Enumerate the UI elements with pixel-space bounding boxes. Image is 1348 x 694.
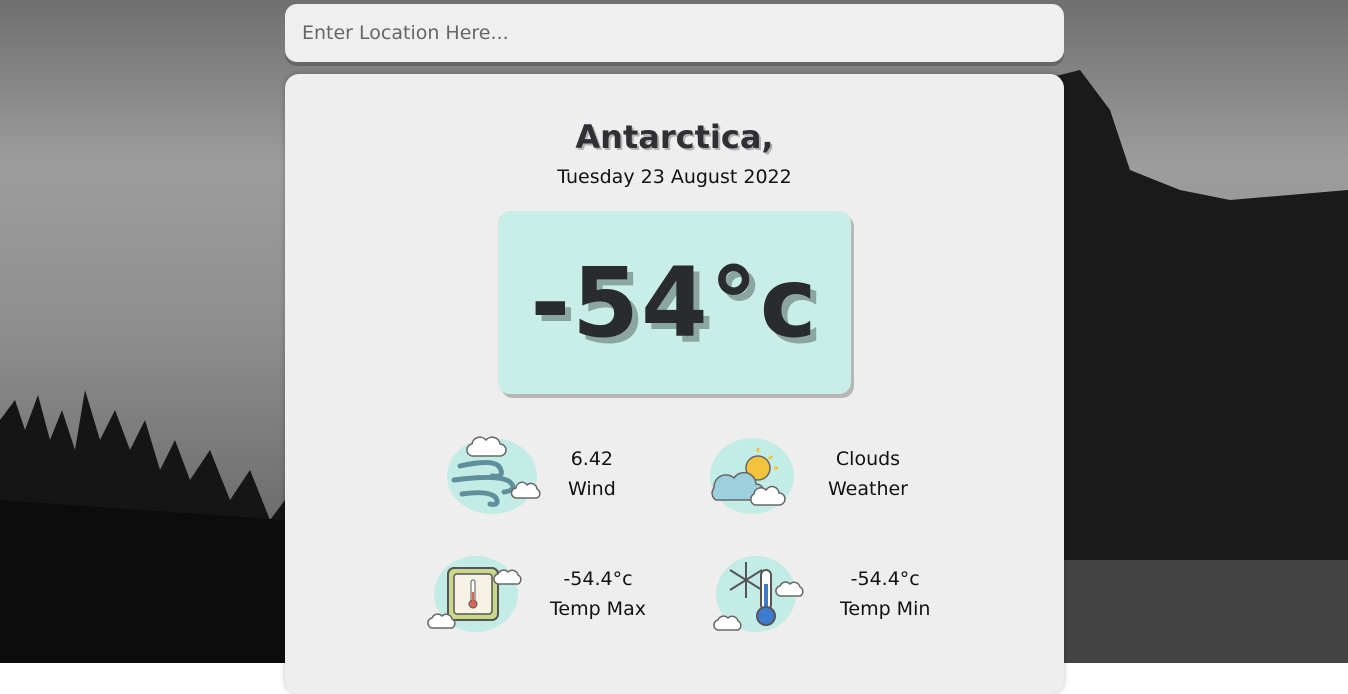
weather-value: Clouds [835, 448, 901, 470]
temp-max-value: -54.4°c [563, 568, 633, 590]
date-label: Tuesday 23 August 2022 [557, 166, 792, 188]
wind-icon [440, 428, 548, 520]
location-search-bar[interactable] [285, 4, 1064, 62]
temp-min-label: Temp Min [840, 598, 931, 620]
temp-max-stat: -54.4°c Temp Max [420, 548, 646, 640]
wind-value: 6.42 [570, 448, 614, 470]
temperature-box: -54°c [498, 211, 851, 394]
weather-label: Weather [828, 478, 908, 500]
temp-min-value: -54.4°c [850, 568, 920, 590]
snow-thermometer-icon [710, 548, 818, 640]
wind-label: Wind [568, 478, 616, 500]
location-input[interactable] [300, 21, 1049, 45]
wind-stat: 6.42 Wind [440, 428, 616, 520]
temperature-value: -54°c [530, 246, 819, 359]
thermometer-icon [420, 548, 528, 640]
location-title: Antarctica, [575, 118, 774, 156]
temp-max-label: Temp Max [550, 598, 646, 620]
weather-card: Antarctica, Tuesday 23 August 2022 -54°c… [285, 74, 1064, 694]
cloud-sun-icon [700, 428, 808, 520]
weather-stat: Clouds Weather [700, 428, 908, 520]
temp-min-stat: -54.4°c Temp Min [710, 548, 930, 640]
